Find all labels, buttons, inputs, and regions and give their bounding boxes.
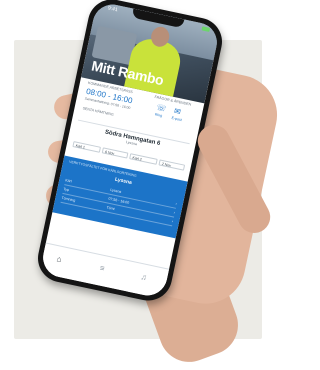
bell-icon[interactable]: ♫ — [140, 272, 148, 282]
row-key: Typ — [63, 187, 70, 193]
tag-value: 2 Nov — [158, 159, 186, 171]
status-time: 9:41 — [107, 5, 119, 14]
call-label[interactable]: Ring — [155, 112, 163, 117]
mail-label[interactable]: E-post — [171, 116, 182, 122]
battery-icon — [201, 26, 211, 32]
home-icon[interactable]: ⌂ — [56, 254, 63, 264]
chevron-right-icon: › — [173, 210, 176, 215]
chevron-right-icon: › — [171, 219, 174, 224]
row-value: Lyssna — [109, 187, 122, 195]
row-key: Tömning — [61, 195, 76, 203]
tag-label[interactable]: Kärl 2 — [129, 153, 158, 165]
row-key: Kärl — [64, 178, 72, 184]
mail-icon[interactable]: ✉ — [173, 106, 181, 116]
list-icon[interactable]: ≡ — [99, 263, 105, 273]
tag-value: 6 Nov — [101, 147, 129, 159]
row-value: Tömt — [106, 205, 115, 212]
chevron-right-icon: › — [175, 201, 178, 206]
tag-label[interactable]: Kärl 1 — [72, 141, 102, 153]
pickup-label: SENTA HÄMTNING — [82, 106, 115, 117]
